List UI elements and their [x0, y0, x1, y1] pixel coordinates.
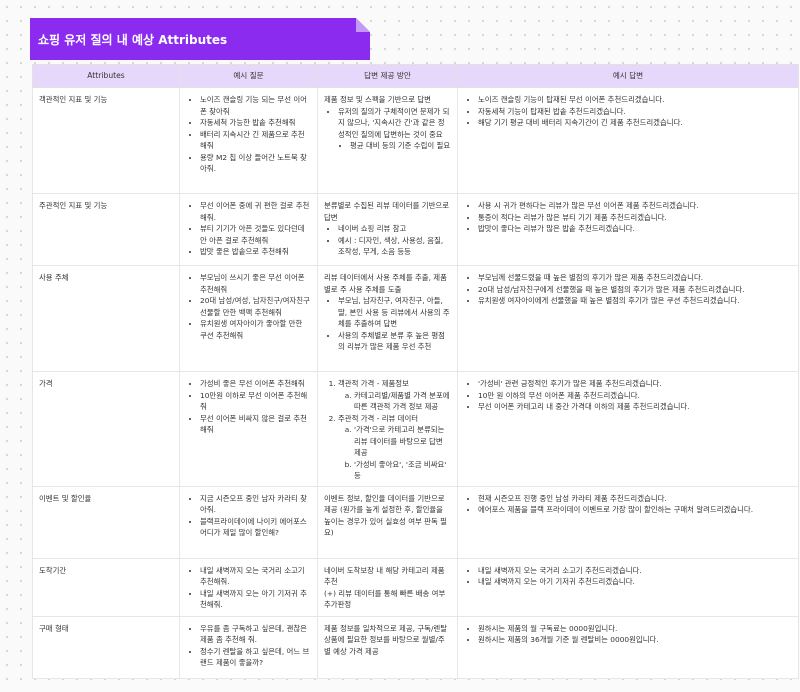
question-cell: 지금 시즌오프 중인 남자 카라티 찾아줘. 블랙프라이데이에 나이키 에어포스…	[179, 485, 318, 559]
list-item: 해당 기기 평균 대비 배터리 지속기간이 긴 제품 추천드리겠습니다.	[478, 117, 792, 129]
method-text: 이벤트 정보, 할인율 데이터를 기반으로 제공 (원가를 높게 설정한 후, …	[324, 493, 447, 538]
table-row: 객관적인 지표 및 기능 노이즈 캔슬링 기능 되는 무선 이어폰 찾아줘 자동…	[32, 87, 799, 194]
list-item: 네이버 쇼핑 리뷰 참고	[338, 223, 451, 235]
list-item: 가성비 좋은 무선 이어폰 추천해줘	[200, 378, 311, 390]
list-item: 유저의 질의가 구체적이면 문제가 되지 않으나, '지속시간 긴'과 같은 정…	[338, 106, 451, 152]
list-item: 밥맛이 좋다는 리뷰가 많은 밥솥 추천드리겠습니다.	[478, 223, 792, 235]
list-item: 내일 새벽까지 오는 아기 기저귀 추천해줘.	[200, 588, 311, 611]
attribute-cell: 이벤트 및 할인율	[32, 485, 180, 559]
method-cell: 이벤트 정보, 할인율 데이터를 기반으로 제공 (원가를 높게 설정한 후, …	[317, 485, 458, 559]
answer-cell: 내일 새벽까지 오는 국거리 소고기 추천드리겠습니다. 내일 새벽까지 오는 …	[457, 557, 799, 617]
list-item: 정수기 렌탈을 하고 싶은데, 어느 브랜드 제품이 좋을까?	[200, 646, 311, 669]
answer-cell: 노이즈 캔슬링 기능이 탑재된 무선 이어폰 추천드리겠습니다. 자동세척 기능…	[457, 87, 799, 194]
list-item: 무선 이어폰 중에 귀 편한 걸로 추천해줘.	[200, 200, 311, 223]
table-row: 주관적인 지표 및 기능 무선 이어폰 중에 귀 편한 걸로 추천해줘. 뷰티 …	[32, 193, 799, 266]
list-item: 원하시는 제품의 36개월 기준 월 렌탈비는 0000원입니다.	[478, 634, 792, 646]
list-item: 우유를 좀 구독하고 싶은데, 괜찮은 제품 좀 추천해 줘.	[200, 623, 311, 646]
method-cell: 리뷰 데이터에서 사용 주체를 추출, 제품별로 주 사용 주체를 도출 부모님…	[317, 265, 458, 372]
attribute-cell: 가격	[32, 371, 180, 487]
list-item: 사용 시 귀가 편하다는 리뷰가 많은 무선 이어폰 제품 추천드리겠습니다.	[478, 200, 792, 212]
method-text-note: (+) 리뷰 데이터를 통해 빠른 배송 여부 추가판정	[324, 588, 446, 610]
attribute-cell: 구매 형태	[32, 615, 180, 679]
question-cell: 가성비 좋은 무선 이어폰 추천해줘 10만원 이하로 무선 이어폰 추천해줘 …	[179, 371, 318, 487]
question-cell: 내일 새벽까지 오는 국거리 소고기 추천해줘. 내일 새벽까지 오는 아기 기…	[179, 557, 318, 617]
attributes-table: Attributes 예시 질문 답변 제공 방안 예시 답변 객관적인 지표 …	[32, 64, 799, 679]
list-item: 원하시는 제품의 월 구독료는 0000원입니다.	[478, 623, 792, 635]
question-cell: 우유를 좀 구독하고 싶은데, 괜찮은 제품 좀 추천해 줘. 정수기 렌탈을 …	[179, 615, 318, 679]
answer-cell: '가성비' 관련 긍정적인 후기가 많은 제품 추천드리겠습니다. 10만 원 …	[457, 371, 799, 487]
list-item: 노이즈 캔슬링 기능 되는 무선 이어폰 찾아줘	[200, 94, 311, 117]
attribute-cell: 도착기간	[32, 557, 180, 617]
header-attributes: Attributes	[32, 64, 180, 88]
method-cell: 분류별로 수집된 리뷰 데이터를 기반으로 답변 네이버 쇼핑 리뷰 참고 예시…	[317, 193, 458, 266]
list-item: '가격'으로 카테고리 분류되는 리뷰 데이터를 바탕으로 답변 제공	[354, 424, 451, 459]
method-cell: 제품 정보를 일차적으로 제공, 구독/렌탈 상품에 필요한 정보를 바탕으로 …	[317, 615, 458, 679]
list-item: 내일 새벽까지 오는 국거리 소고기 추천드리겠습니다.	[478, 565, 792, 577]
page-title-banner: 쇼핑 유저 질의 내 예상 Attributes	[30, 18, 370, 60]
attribute-cell: 객관적인 지표 및 기능	[32, 87, 180, 194]
list-item: 자동세척 가능한 밥솥 추천해줘	[200, 117, 311, 129]
page-title: 쇼핑 유저 질의 내 예상 Attributes	[38, 32, 228, 47]
table-row: 사용 주체 부모님이 쓰시기 좋은 무선 이어폰 추천해줘 20대 남성/여성,…	[32, 265, 799, 372]
list-item: 유치원생 여자아이에게 선물했을 때 높은 별점의 후기가 많은 쿠션 추천드리…	[478, 295, 792, 307]
header-example-question: 예시 질문	[179, 64, 318, 88]
list-item: 현재 시즌오프 진행 중인 남성 카라티 제품 추천드리겠습니다.	[478, 493, 792, 505]
answer-cell: 현재 시즌오프 진행 중인 남성 카라티 제품 추천드리겠습니다. 에어포스 제…	[457, 485, 799, 559]
method-text: 리뷰 데이터에서 사용 주체를 추출, 제품별로 주 사용 주체를 도출	[324, 273, 447, 294]
method-text: 분류별로 수집된 리뷰 데이터를 기반으로 답변	[324, 201, 449, 222]
list-item: '가성비 좋아요', '조금 비싸요' 등	[354, 459, 451, 482]
table-row: 가격 가성비 좋은 무선 이어폰 추천해줘 10만원 이하로 무선 이어폰 추천…	[32, 371, 799, 487]
list-item: 무선 이어폰 비싸지 않은 걸로 추천해줘	[200, 413, 311, 436]
list-item: 주관적 가격 - 리뷰 데이터 '가격'으로 카테고리 분류되는 리뷰 데이터를…	[338, 413, 451, 482]
list-item: 사용의 주체별로 분류 후 높은 평점의 리뷰가 많은 제품 우선 추천	[338, 330, 451, 353]
list-item: 블랙프라이데이에 나이키 에어포스 어디가 제일 많이 할인해?	[200, 516, 311, 539]
method-cell: 제품 정보 및 스펙을 기반으로 답변 유저의 질의가 구체적이면 문제가 되지…	[317, 87, 458, 194]
method-cell: 네이버 도착보장 내 해당 카테고리 제품 추천 (+) 리뷰 데이터를 통해 …	[317, 557, 458, 617]
list-item: 부모님이 쓰시기 좋은 무선 이어폰 추천해줘	[200, 272, 311, 295]
header-answer-method: 답변 제공 방안	[317, 64, 458, 88]
table-row: 구매 형태 우유를 좀 구독하고 싶은데, 괜찮은 제품 좀 추천해 줘. 정수…	[32, 615, 799, 679]
list-item: 카테고리별/제품별 가격 분포에 따른 객관적 가격 정보 제공	[354, 390, 451, 413]
question-cell: 노이즈 캔슬링 기능 되는 무선 이어폰 찾아줘 자동세척 가능한 밥솥 추천해…	[179, 87, 318, 194]
list-item: 10만원 이하로 무선 이어폰 추천해줘	[200, 390, 311, 413]
list-item: 밥맛 좋은 밥솥으로 추천해줘	[200, 246, 311, 258]
list-item: 통증이 적다는 리뷰가 많은 뷰티 기기 제품 추천드리겠습니다.	[478, 212, 792, 224]
list-item: '가성비' 관련 긍정적인 후기가 많은 제품 추천드리겠습니다.	[478, 378, 792, 390]
method-cell: 객관적 가격 - 제품정보 카테고리별/제품별 가격 분포에 따른 객관적 가격…	[317, 371, 458, 487]
list-item: 뷰티 기기가 아픈 것들도 있다던데 안 아픈 걸로 추천해줘	[200, 223, 311, 246]
list-item: 내일 새벽까지 오는 국거리 소고기 추천해줘.	[200, 565, 311, 588]
list-item: 예시 : 디자인, 색상, 사용성, 음질, 조작성, 무게, 소음 등등	[338, 235, 451, 258]
list-item: 자동세척 기능이 탑재된 밥솥 추천드리겠습니다.	[478, 106, 792, 118]
attribute-cell: 주관적인 지표 및 기능	[32, 193, 180, 266]
list-item: 20대 남성/남자친구에게 선물했을 때 높은 별점의 후기가 많은 제품 추천…	[478, 284, 792, 296]
list-item: 내일 새벽까지 오는 아기 기저귀 추천드리겠습니다.	[478, 576, 792, 588]
answer-cell: 부모님께 선물드렸을 때 높은 별점의 후기가 많은 제품 추천드리겠습니다. …	[457, 265, 799, 372]
list-item: 지금 시즌오프 중인 남자 카라티 찾아줘.	[200, 493, 311, 516]
answer-cell: 원하시는 제품의 월 구독료는 0000원입니다. 원하시는 제품의 36개월 …	[457, 615, 799, 679]
question-cell: 부모님이 쓰시기 좋은 무선 이어폰 추천해줘 20대 남성/여성, 남자친구/…	[179, 265, 318, 372]
list-item: 10만 원 이하의 무선 이어폰 제품 추천드리겠습니다.	[478, 390, 792, 402]
list-item: 객관적 가격 - 제품정보 카테고리별/제품별 가격 분포에 따른 객관적 가격…	[338, 378, 451, 413]
table-header-row: Attributes 예시 질문 답변 제공 방안 예시 답변	[32, 64, 799, 88]
list-item: 배터리 지속시간 긴 제품으로 추천해줘	[200, 129, 311, 152]
list-item: 에어포스 제품을 블랙 프라이데이 이벤트로 가장 많이 할인하는 구매처 알려…	[478, 504, 792, 516]
table-row: 이벤트 및 할인율 지금 시즌오프 중인 남자 카라티 찾아줘. 블랙프라이데이…	[32, 485, 799, 559]
table-row: 도착기간 내일 새벽까지 오는 국거리 소고기 추천해줘. 내일 새벽까지 오는…	[32, 557, 799, 617]
list-item: 용량 M2 칩 이상 들어간 노트북 찾아줘.	[200, 152, 311, 175]
list-item: 유치원생 여자아이가 좋아할 만한 쿠션 추천해줘	[200, 318, 311, 341]
method-text: 제품 정보 및 스펙을 기반으로 답변	[324, 95, 431, 104]
header-example-answer: 예시 답변	[457, 64, 799, 88]
method-text: 제품 정보를 일차적으로 제공, 구독/렌탈 상품에 필요한 정보를 바탕으로 …	[324, 623, 448, 656]
list-item: 부모님께 선물드렸을 때 높은 별점의 후기가 많은 제품 추천드리겠습니다.	[478, 272, 792, 284]
attribute-cell: 사용 주체	[32, 265, 180, 372]
method-text: 네이버 도착보장 내 해당 카테고리 제품 추천	[324, 565, 445, 587]
answer-cell: 사용 시 귀가 편하다는 리뷰가 많은 무선 이어폰 제품 추천드리겠습니다. …	[457, 193, 799, 266]
list-item: 평균 대비 등의 기준 수립이 필요	[350, 140, 451, 152]
list-item: 노이즈 캔슬링 기능이 탑재된 무선 이어폰 추천드리겠습니다.	[478, 94, 792, 106]
list-item: 무선 이어폰 카테고리 내 중간 가격대 이하의 제품 추천드리겠습니다.	[478, 401, 792, 413]
banner-fold-corner	[356, 18, 370, 32]
list-item: 부모님, 남자친구, 여자친구, 아들, 딸, 본인 사용 등 리뷰에서 사용의…	[338, 295, 451, 330]
list-item: 20대 남성/여성, 남자친구/여자친구 선물할 만한 백팩 추천해줘	[200, 295, 311, 318]
question-cell: 무선 이어폰 중에 귀 편한 걸로 추천해줘. 뷰티 기기가 아픈 것들도 있다…	[179, 193, 318, 266]
